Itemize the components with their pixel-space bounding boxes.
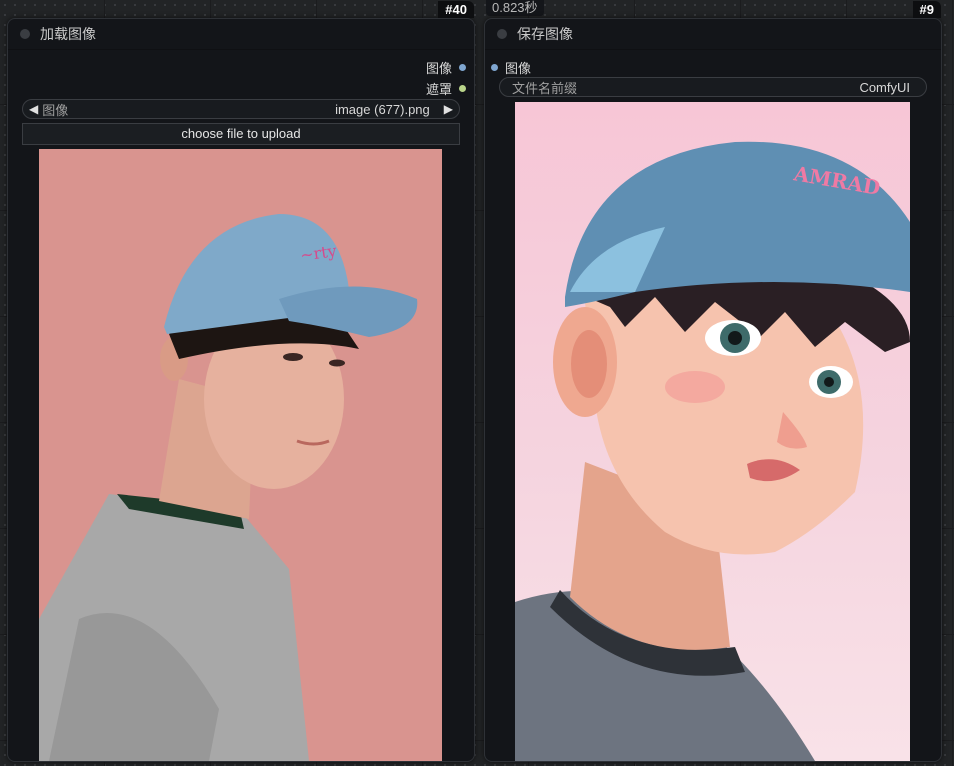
- left-arrow-icon[interactable]: ◀: [29, 102, 38, 116]
- node-title: 加载图像: [40, 26, 96, 42]
- output-label: 图像: [425, 61, 452, 76]
- load-image-node[interactable]: #40 加载图像 图像 遮罩 ◀ 图像 image (677).png ▶ ch…: [7, 1, 475, 762]
- node-header[interactable]: 加载图像: [8, 19, 474, 50]
- image-select-widget[interactable]: ◀ 图像 image (677).png ▶: [22, 99, 460, 119]
- filename-prefix-widget[interactable]: 文件名前缀 ComfyUI: [499, 77, 927, 97]
- collapse-dot-icon[interactable]: [20, 29, 30, 39]
- widget-label: 图像: [42, 102, 69, 118]
- collapse-dot-icon[interactable]: [497, 29, 507, 39]
- node-title: 保存图像: [517, 26, 573, 42]
- output-label: 遮罩: [425, 82, 452, 97]
- photo-preview-icon: ~rty: [39, 149, 442, 761]
- output-image-slot[interactable]: 图像: [426, 58, 466, 77]
- execution-time-badge: 0.823秒: [486, 0, 544, 16]
- node-id-badge: #9: [912, 1, 941, 18]
- anime-preview-icon: AMRAD: [515, 102, 910, 761]
- node-id-badge: #40: [438, 1, 474, 18]
- widget-value: ComfyUI: [859, 79, 910, 95]
- output-mask-slot[interactable]: 遮罩: [426, 79, 466, 98]
- output-dot-icon[interactable]: [459, 64, 466, 71]
- input-image-slot[interactable]: 图像: [491, 58, 531, 77]
- right-arrow-icon[interactable]: ▶: [444, 102, 453, 116]
- output-dot-icon[interactable]: [459, 85, 466, 92]
- save-image-node[interactable]: #9 保存图像 图像 文件名前缀 ComfyUI AMRAD: [484, 1, 942, 762]
- widget-label: 文件名前缀: [512, 80, 578, 96]
- input-label: 图像: [505, 61, 532, 76]
- widget-value: image (677).png: [335, 101, 430, 117]
- input-dot-icon[interactable]: [491, 64, 498, 71]
- upload-button[interactable]: choose file to upload: [22, 123, 460, 145]
- node-header[interactable]: 保存图像: [485, 19, 941, 50]
